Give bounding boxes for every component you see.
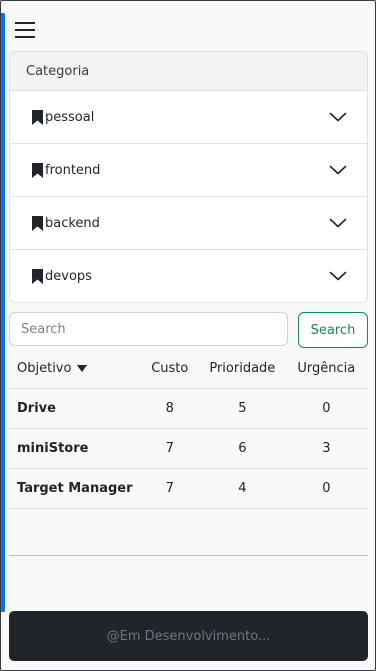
cell-urgencia: 3 <box>284 428 368 469</box>
accordion-item-title: frontend <box>32 162 101 178</box>
cell-prioridade: 5 <box>199 388 285 429</box>
search-button[interactable]: Search <box>298 312 368 348</box>
accordion-item-label: backend <box>45 215 100 231</box>
search-bar: Search <box>9 312 368 348</box>
table-header-row: Objetivo Custo Prioridade Urgência <box>9 349 368 389</box>
chevron-down-icon <box>329 218 347 228</box>
bookmark-icon <box>32 215 43 231</box>
chevron-down-icon <box>329 271 347 281</box>
menu-icon-line <box>15 22 35 24</box>
bookmark-icon <box>32 268 43 284</box>
column-header-custo: Custo <box>139 349 200 389</box>
accordion-item-label: pessoal <box>45 109 95 125</box>
cell-urgencia: 0 <box>284 388 368 429</box>
accordion-item-label: frontend <box>45 162 101 178</box>
accordion-item-title: devops <box>32 268 92 284</box>
bookmark-icon <box>32 109 43 125</box>
app-frame: Categoria pessoal frontend backend devop… <box>0 0 376 671</box>
accordion-item-pessoal[interactable]: pessoal <box>10 91 367 144</box>
accordion-item-frontend[interactable]: frontend <box>10 144 367 197</box>
cell-urgencia: 0 <box>284 468 368 509</box>
column-header-urgencia: Urgência <box>284 349 368 389</box>
menu-icon-line <box>15 36 35 38</box>
table-row[interactable]: Target Manager 7 4 0 <box>9 468 368 509</box>
search-input[interactable] <box>9 312 288 346</box>
cell-prioridade: 6 <box>199 428 285 469</box>
cell-objetivo: Target Manager <box>9 468 140 509</box>
column-header-prioridade: Prioridade <box>199 349 285 389</box>
scroll-accent-bar <box>1 13 5 612</box>
cell-objetivo: Drive <box>9 388 140 429</box>
accordion-header: Categoria <box>10 52 367 91</box>
menu-icon-line <box>15 29 35 31</box>
cell-custo: 7 <box>139 428 200 469</box>
table-row[interactable]: Drive 8 5 0 <box>9 388 368 429</box>
accordion-item-title: backend <box>32 215 100 231</box>
cell-custo: 8 <box>139 388 200 429</box>
section-divider <box>9 555 368 556</box>
cell-objetivo: miniStore <box>9 428 140 469</box>
sort-caret-icon <box>77 365 88 372</box>
accordion-item-title: pessoal <box>32 109 95 125</box>
category-accordion: Categoria pessoal frontend backend devop… <box>9 51 368 303</box>
table-row[interactable]: miniStore 7 6 3 <box>9 428 368 469</box>
column-header-label: Objetivo <box>17 361 72 376</box>
bookmark-icon <box>32 162 43 178</box>
cell-custo: 7 <box>139 468 200 509</box>
accordion-item-label: devops <box>45 268 92 284</box>
accordion-item-devops[interactable]: devops <box>10 250 367 302</box>
footer-text: @Em Desenvolvimento... <box>106 628 271 644</box>
column-header-objetivo[interactable]: Objetivo <box>9 349 140 389</box>
chevron-down-icon <box>329 112 347 122</box>
footer: @Em Desenvolvimento... <box>9 611 368 661</box>
objectives-table: Objetivo Custo Prioridade Urgência Drive… <box>9 349 368 509</box>
menu-icon[interactable] <box>15 21 35 38</box>
accordion-item-backend[interactable]: backend <box>10 197 367 250</box>
cell-prioridade: 4 <box>199 468 285 509</box>
sort-objetivo[interactable]: Objetivo <box>17 361 88 376</box>
chevron-down-icon <box>329 165 347 175</box>
